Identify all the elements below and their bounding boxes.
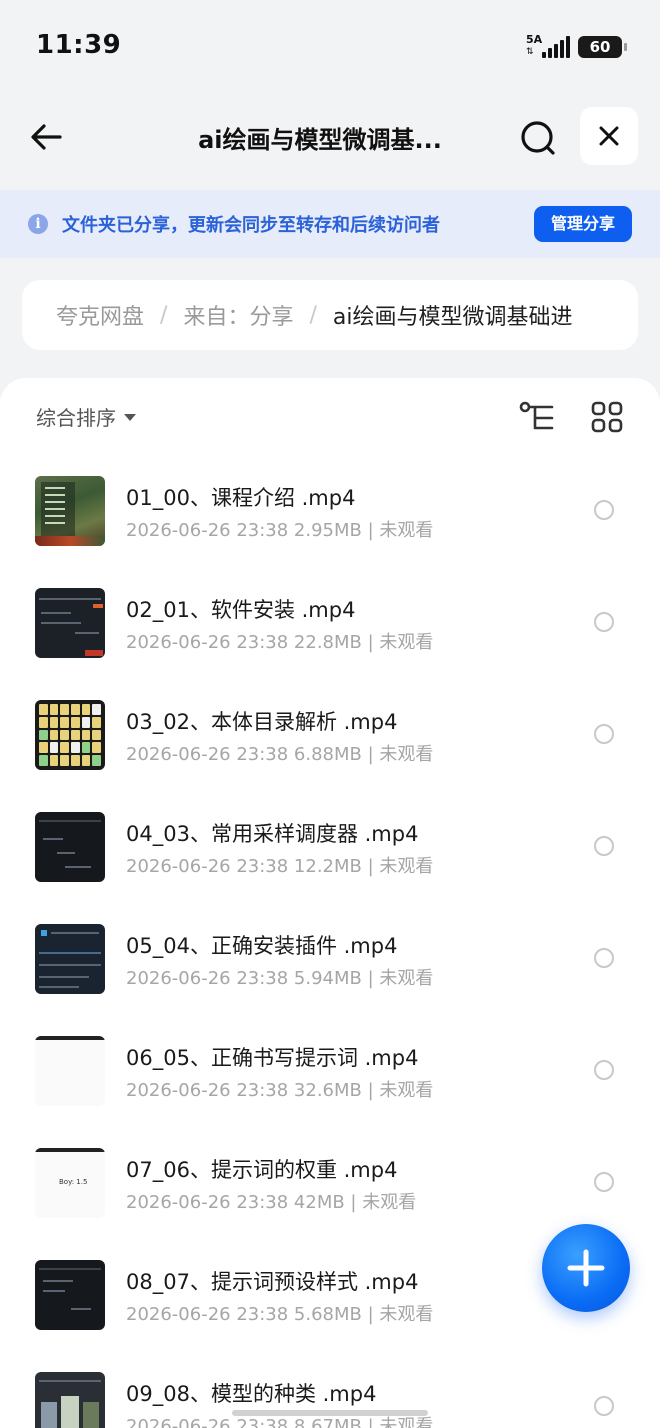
file-row[interactable]: 03_02、本体目录解析 .mp4 2026-06-26 23:38 6.88M… bbox=[0, 700, 660, 812]
video-thumbnail bbox=[35, 1372, 105, 1428]
info-icon: i bbox=[28, 214, 48, 234]
arrow-left-icon bbox=[31, 124, 62, 150]
home-indicator[interactable] bbox=[232, 1410, 428, 1416]
breadcrumb: 夸克网盘 / 来自：分享 / ai绘画与模型微调基础进 bbox=[22, 280, 638, 350]
status-bar: 11:39 5A ⇅ 60 bbox=[0, 0, 660, 90]
file-name: 04_03、常用采样调度器 .mp4 bbox=[126, 822, 419, 846]
file-name: 08_07、提示词预设样式 .mp4 bbox=[126, 1270, 419, 1294]
select-checkbox[interactable] bbox=[594, 1172, 614, 1192]
file-meta: 2026-06-26 23:38 2.95MB | 未观看 bbox=[126, 520, 434, 541]
top-nav-bar: ai绘画与模型微调基... bbox=[0, 100, 660, 176]
video-thumbnail bbox=[35, 1260, 105, 1330]
grid-view-button[interactable] bbox=[590, 400, 624, 434]
file-row[interactable]: 06_05、正确书写提示词 .mp4 2026-06-26 23:38 32.6… bbox=[0, 1036, 660, 1148]
add-button[interactable] bbox=[542, 1224, 630, 1312]
file-meta: 2026-06-26 23:38 42MB | 未观看 bbox=[126, 1192, 417, 1213]
video-thumbnail bbox=[35, 812, 105, 882]
file-meta: 2026-06-26 23:38 6.88MB | 未观看 bbox=[126, 744, 434, 765]
file-meta: 2026-06-26 23:38 5.68MB | 未观看 bbox=[126, 1304, 434, 1325]
thumbnail-label: Boy: 1.5 bbox=[59, 1178, 88, 1186]
file-row[interactable]: 01_00、课程介绍 .mp4 2026-06-26 23:38 2.95MB … bbox=[0, 476, 660, 588]
select-checkbox[interactable] bbox=[594, 948, 614, 968]
file-name: 09_08、模型的种类 .mp4 bbox=[126, 1382, 377, 1406]
battery-icon: 60 bbox=[578, 36, 627, 58]
file-name: 02_01、软件安装 .mp4 bbox=[126, 598, 356, 622]
search-button[interactable] bbox=[518, 118, 558, 158]
file-row[interactable]: 05_04、正确安装插件 .mp4 2026-06-26 23:38 5.94M… bbox=[0, 924, 660, 1036]
close-icon bbox=[599, 126, 619, 146]
file-row[interactable]: 02_01、软件安装 .mp4 2026-06-26 23:38 22.8MB … bbox=[0, 588, 660, 700]
file-name: 06_05、正确书写提示词 .mp4 bbox=[126, 1046, 419, 1070]
file-row[interactable]: 04_03、常用采样调度器 .mp4 2026-06-26 23:38 12.2… bbox=[0, 812, 660, 924]
breadcrumb-item-current: ai绘画与模型微调基础进 bbox=[332, 305, 573, 330]
select-checkbox[interactable] bbox=[594, 1060, 614, 1080]
file-meta: 2026-06-26 23:38 32.6MB | 未观看 bbox=[126, 1080, 434, 1101]
folder-tree-icon bbox=[519, 401, 554, 430]
network-type-label: 5A bbox=[526, 33, 543, 46]
close-button[interactable] bbox=[580, 107, 638, 165]
file-name: 03_02、本体目录解析 .mp4 bbox=[126, 710, 398, 734]
status-indicators: 5A ⇅ 60 bbox=[526, 33, 627, 58]
file-row[interactable]: 09_08、模型的种类 .mp4 2026-06-26 23:38 8.67MB… bbox=[0, 1372, 660, 1428]
file-name: 01_00、课程介绍 .mp4 bbox=[126, 486, 356, 510]
file-name: 05_04、正确安装插件 .mp4 bbox=[126, 934, 398, 958]
page-title: ai绘画与模型微调基... bbox=[198, 126, 442, 154]
breadcrumb-item-share[interactable]: 来自：分享 bbox=[183, 299, 293, 331]
file-meta: 2026-06-26 23:38 12.2MB | 未观看 bbox=[126, 856, 434, 877]
back-button[interactable] bbox=[26, 116, 68, 158]
folder-tree-button[interactable] bbox=[518, 400, 556, 434]
video-thumbnail bbox=[35, 924, 105, 994]
cellular-signal-icon: 5A ⇅ bbox=[526, 33, 570, 58]
video-thumbnail bbox=[35, 700, 105, 770]
sort-dropdown[interactable]: 综合排序 bbox=[36, 402, 136, 431]
sort-label: 综合排序 bbox=[36, 406, 116, 430]
select-checkbox[interactable] bbox=[594, 1396, 614, 1416]
select-checkbox[interactable] bbox=[594, 836, 614, 856]
plus-icon bbox=[567, 1249, 605, 1287]
search-icon bbox=[521, 121, 555, 155]
share-notice-banner: i 文件夹已分享，更新会同步至转存和后续访问者 管理分享 bbox=[0, 190, 660, 258]
share-notice-text: 文件夹已分享，更新会同步至转存和后续访问者 bbox=[62, 215, 440, 236]
manage-share-button[interactable]: 管理分享 bbox=[534, 206, 632, 242]
video-thumbnail bbox=[35, 588, 105, 658]
breadcrumb-item-root[interactable]: 夸克网盘 bbox=[56, 299, 144, 331]
select-checkbox[interactable] bbox=[594, 612, 614, 632]
data-activity-icon: ⇅ bbox=[526, 47, 534, 57]
file-meta: 2026-06-26 23:38 22.8MB | 未观看 bbox=[126, 632, 434, 653]
select-checkbox[interactable] bbox=[594, 724, 614, 744]
grid-view-icon bbox=[591, 401, 623, 433]
breadcrumb-separator: / bbox=[160, 302, 168, 328]
breadcrumb-separator: / bbox=[309, 302, 317, 328]
video-thumbnail bbox=[35, 476, 105, 546]
file-meta: 2026-06-26 23:38 5.94MB | 未观看 bbox=[126, 968, 434, 989]
select-checkbox[interactable] bbox=[594, 500, 614, 520]
video-thumbnail bbox=[35, 1036, 105, 1106]
file-name: 07_06、提示词的权重 .mp4 bbox=[126, 1158, 398, 1182]
status-time: 11:39 bbox=[36, 30, 122, 60]
caret-down-icon bbox=[124, 414, 136, 421]
video-thumbnail: Boy: 1.5 bbox=[35, 1148, 105, 1218]
battery-level: 60 bbox=[589, 38, 611, 56]
